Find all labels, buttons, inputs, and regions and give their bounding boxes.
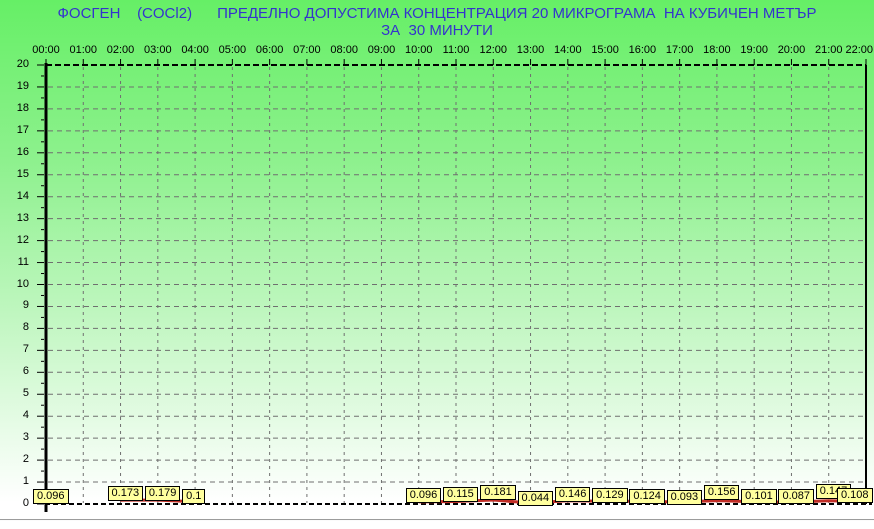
value-box: 0.124 [629,489,665,504]
value-box: 0.181 [480,485,516,500]
value-box: 0.101 [741,489,777,504]
value-box: 0.156 [704,485,740,500]
value-box: 0.173 [108,486,144,501]
value-box: 0.093 [667,490,703,505]
value-box: 0.108 [837,488,873,503]
value-box: 0.129 [592,488,628,503]
bottom-separator [0,519,874,521]
chart-canvas [0,0,874,529]
value-box: 0.1 [182,489,205,504]
value-box: 0.146 [555,487,591,502]
value-box: 0.179 [145,486,181,501]
value-box: 0.096 [406,488,442,503]
value-box: 0.087 [778,489,814,504]
value-box: 0.044 [518,491,554,506]
value-box: 0.115 [443,487,478,502]
value-box: 0.096 [33,489,69,504]
concentration-chart-window: ФОСГЕН (COCl2) ПРЕДЕЛНО ДОПУСТИМА КОНЦЕН… [0,0,874,529]
